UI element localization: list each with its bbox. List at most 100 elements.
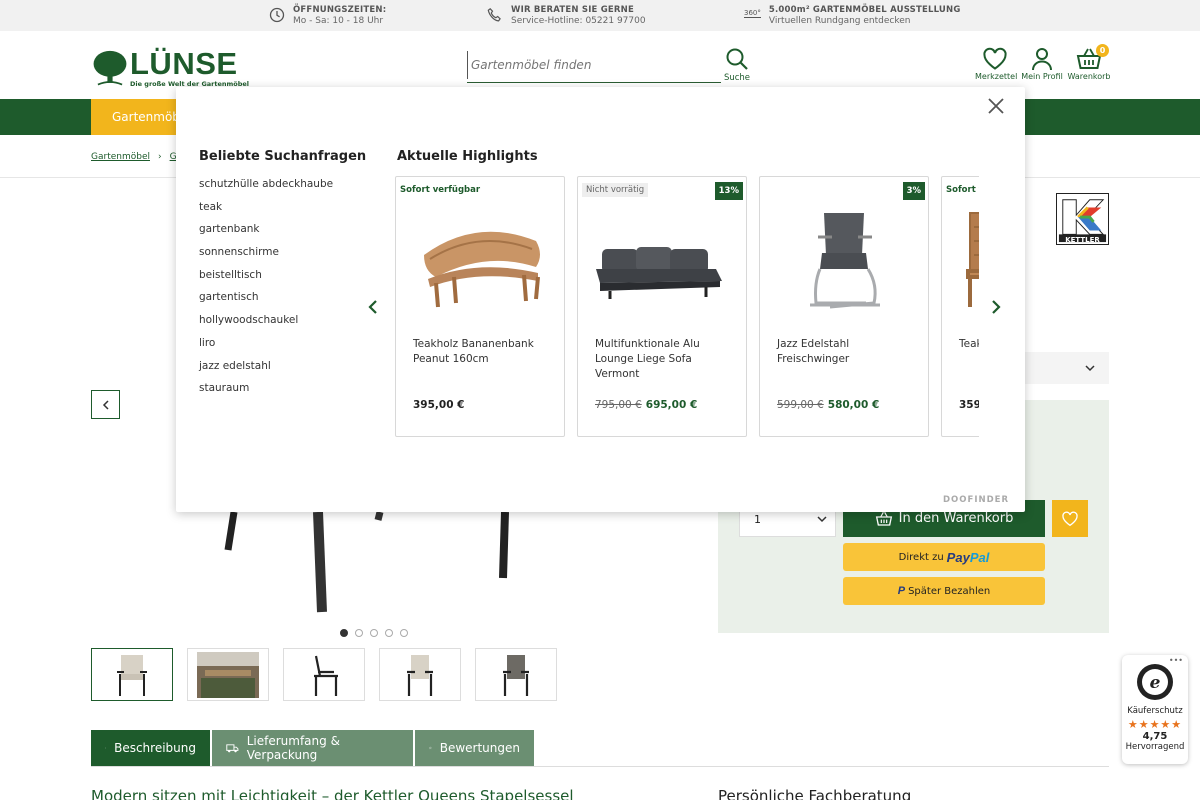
product-tabs: Beschreibung Lieferumfang & Verpackung B… [91, 730, 534, 766]
search-icon [726, 48, 748, 70]
product-card[interactable]: 3% Jazz Edelstahl Freischwinger 599,00 €… [759, 176, 929, 437]
availability-badge: Sofort verfügbar [400, 185, 481, 195]
product-price: 395,00 € [413, 399, 465, 411]
image-prev-button[interactable] [91, 390, 120, 419]
search-suggestion[interactable]: hollywoodschaukel [199, 314, 333, 337]
rating-score: 4,75 [1142, 731, 1168, 742]
banana-bench-image [424, 231, 540, 308]
thumbnail[interactable] [379, 648, 461, 701]
search-field[interactable] [467, 51, 721, 83]
heart-icon [983, 47, 1007, 70]
hotline-text: Service-Hotline: 05221 97700 [511, 16, 646, 26]
brand-name: KETTLER [1065, 236, 1100, 244]
breadcrumb-link[interactable]: Gartenmöbel [91, 152, 150, 162]
wishlist-label: Merkzettel [975, 72, 1018, 81]
search-suggestion[interactable]: liro [199, 337, 333, 360]
search-input[interactable] [467, 51, 721, 79]
search-suggestion[interactable]: stauraum [199, 382, 333, 405]
profile-label: Mein Profil [1021, 72, 1063, 81]
search-suggestion[interactable]: jazz edelstahl [199, 360, 333, 383]
tab-delivery[interactable]: Lieferumfang & Verpackung [212, 730, 413, 766]
pagination-dot[interactable] [370, 629, 378, 637]
paypal-prefix: Direkt zu [898, 551, 944, 563]
thumbnail[interactable] [475, 648, 557, 701]
product-card[interactable]: Sofort verfügbar Teakholz Bananenbank Pe… [395, 176, 565, 437]
thumbnail[interactable] [187, 648, 269, 701]
brand-logo[interactable]: KETTLER [1056, 193, 1109, 245]
pagination-dot[interactable] [340, 629, 348, 637]
trusted-shops-seal-icon: e [1137, 664, 1173, 700]
chevron-down-icon [1085, 365, 1095, 372]
logo[interactable]: LÜNSE Die große Welt der Gartenmöbel [90, 46, 250, 90]
cart-button[interactable]: 0 Warenkorb [1067, 44, 1111, 81]
popular-searches-title: Beliebte Suchanfragen [199, 149, 367, 164]
search-suggestion[interactable]: sonnenschirme [199, 246, 333, 269]
chair-thumbnail [117, 654, 147, 696]
search-suggestion[interactable]: gartenbank [199, 223, 333, 246]
image-pagination [340, 629, 408, 637]
discount-badge: 3% [902, 182, 925, 200]
product-price: 795,00 €695,00 € [595, 399, 698, 411]
search-button[interactable]: Suche [722, 47, 752, 83]
tree-icon [93, 50, 127, 86]
chevron-left-icon [102, 399, 109, 410]
showroom-title: 5.000m² GARTENMÖBEL AUSSTELLUNG [768, 5, 961, 15]
search-label: Suche [723, 73, 751, 83]
heart-icon [1062, 511, 1078, 526]
product-name: Teakholz Bananenbank Peanut 160cm [413, 338, 534, 365]
paylater-label: Später Bezahlen [908, 585, 991, 597]
basket-icon [875, 511, 892, 526]
opening-hours: ÖFFNUNGSZEITEN: Mo - Sa: 10 - 18 Uhr [269, 5, 386, 26]
tab-label: Beschreibung [114, 741, 196, 755]
chevron-down-icon [817, 516, 827, 523]
product-name: Jazz Edelstahl Freischwinger [777, 338, 850, 365]
chair-front-thumbnail [407, 654, 433, 696]
search-suggestion[interactable]: beistelltisch [199, 269, 333, 292]
tab-reviews[interactable]: Bewertungen [415, 730, 534, 766]
profile-button[interactable]: Mein Profil [1020, 47, 1064, 81]
rating-text: Hervorragend [1125, 742, 1185, 752]
pagination-dot[interactable] [355, 629, 363, 637]
paypal-button[interactable]: Direkt zu PayPal [843, 543, 1045, 571]
breadcrumb: Gartenmöbel › Ga [91, 152, 182, 162]
paylater-button[interactable]: P Später Bezahlen [843, 577, 1045, 605]
product-card[interactable]: Sofort verfügbar Teakholz Sitzer 359,00 … [941, 176, 979, 437]
pagination-dot[interactable] [385, 629, 393, 637]
add-to-wishlist-button[interactable] [1052, 500, 1088, 537]
paypal-p-icon: P [897, 585, 906, 597]
user-icon [1032, 48, 1052, 71]
rating-stars: ★★★★★ [1127, 718, 1183, 731]
more-icon[interactable]: ••• [1169, 656, 1183, 665]
tab-description[interactable]: Beschreibung [91, 730, 210, 766]
info-bar: ÖFFNUNGSZEITEN: Mo - Sa: 10 - 18 Uhr WIR … [0, 0, 1200, 31]
search-suggestion[interactable]: teak [199, 201, 333, 224]
trusted-shops-badge[interactable]: ••• e Käuferschutz ★★★★★ 4,75 Hervorrage… [1122, 655, 1188, 764]
quantity-value: 1 [754, 513, 761, 526]
pagination-dot[interactable] [400, 629, 408, 637]
phone-icon [487, 7, 501, 22]
product-card[interactable]: Nicht vorrätig 13% Multifunktionale Alu … [577, 176, 747, 437]
thumbnail[interactable] [283, 648, 365, 701]
svg-text:e: e [1150, 673, 1161, 693]
teak-chair-image [966, 212, 979, 307]
divider [91, 766, 1109, 767]
carousel-prev-arrow-icon[interactable] [366, 297, 380, 317]
service-hotline[interactable]: WIR BERATEN SIE GERNE Service-Hotline: 05… [487, 5, 646, 26]
hours-text: Mo - Sa: 10 - 18 Uhr [293, 16, 384, 26]
close-icon[interactable] [986, 96, 1006, 116]
breadcrumb-separator: › [157, 152, 162, 162]
star-icon [429, 746, 432, 750]
search-suggestion[interactable]: schutzhülle abdeckhaube [199, 178, 333, 201]
wishlist-button[interactable]: Merkzettel [975, 47, 1018, 81]
trust-label: Käuferschutz [1127, 706, 1183, 716]
thumbnail[interactable] [91, 648, 173, 701]
showroom-tour[interactable]: 360° 5.000m² GARTENMÖBEL AUSSTELLUNG Virt… [744, 5, 961, 26]
tab-label: Bewertungen [439, 741, 520, 755]
search-suggestion[interactable]: gartentisch [199, 291, 333, 314]
360-icon: 360° [744, 9, 761, 18]
advice-title: Persönliche Fachberatung [718, 787, 912, 800]
swing-chair-image [810, 213, 880, 309]
tab-label: Lieferumfang & Verpackung [246, 734, 340, 762]
carousel-next-arrow-icon[interactable] [989, 297, 1003, 317]
chair-side-thumbnail [314, 655, 338, 696]
